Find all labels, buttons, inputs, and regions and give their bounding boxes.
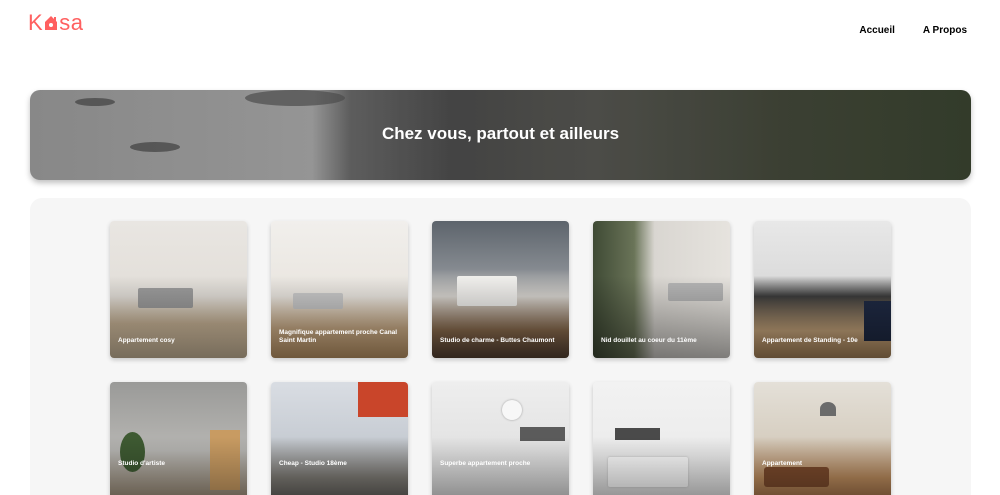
page: K sa Accueil A Propos Chez vous, partout…: [0, 0, 1000, 495]
nav-link-a-propos[interactable]: A Propos: [923, 25, 967, 36]
listing-card[interactable]: [593, 382, 730, 495]
listings-gallery: Appartement cosy Magnifique appartement …: [30, 198, 971, 495]
card-shade: [271, 382, 408, 495]
listing-card[interactable]: Magnifique appartement proche Canal Sain…: [271, 221, 408, 358]
card-shade: [110, 382, 247, 495]
card-shade: [432, 382, 569, 495]
listing-card[interactable]: Appartement de Standing - 10e: [754, 221, 891, 358]
card-shade: [754, 382, 891, 495]
listing-card[interactable]: Studio d'artiste: [110, 382, 247, 495]
listing-card[interactable]: Nid douillet au coeur du 11ème: [593, 221, 730, 358]
listing-card[interactable]: Appartement cosy: [110, 221, 247, 358]
listing-title: Cheap - Studio 18ème: [279, 460, 347, 467]
hero-banner: Chez vous, partout et ailleurs: [30, 90, 971, 180]
listing-title: Nid douillet au coeur du 11ème: [601, 337, 697, 344]
listing-card[interactable]: Appartement: [754, 382, 891, 495]
house-icon: [45, 16, 58, 30]
listing-title: Magnifique appartement proche Canal Sain…: [279, 329, 398, 344]
listing-title: Superbe appartement proche: [440, 460, 531, 467]
listing-title: Appartement de Standing - 10e: [762, 337, 858, 344]
listing-title: Studio d'artiste: [118, 460, 166, 467]
logo-letter-k: K: [28, 10, 44, 35]
banner-title: Chez vous, partout et ailleurs: [381, 124, 620, 143]
kasa-logo[interactable]: K sa: [28, 10, 84, 35]
listing-title: Appartement cosy: [118, 337, 175, 344]
main-nav: Accueil A Propos: [859, 25, 967, 36]
listing-card[interactable]: Cheap - Studio 18ème: [271, 382, 408, 495]
logo-letters-sa: sa: [59, 10, 84, 35]
nav-link-accueil[interactable]: Accueil: [859, 25, 895, 36]
listing-card[interactable]: Superbe appartement proche: [432, 382, 569, 495]
listing-card[interactable]: Studio de charme - Buttes Chaumont: [432, 221, 569, 358]
listing-title: Studio de charme - Buttes Chaumont: [440, 337, 555, 344]
listing-title: Appartement: [762, 460, 803, 467]
card-shade: [593, 382, 730, 495]
